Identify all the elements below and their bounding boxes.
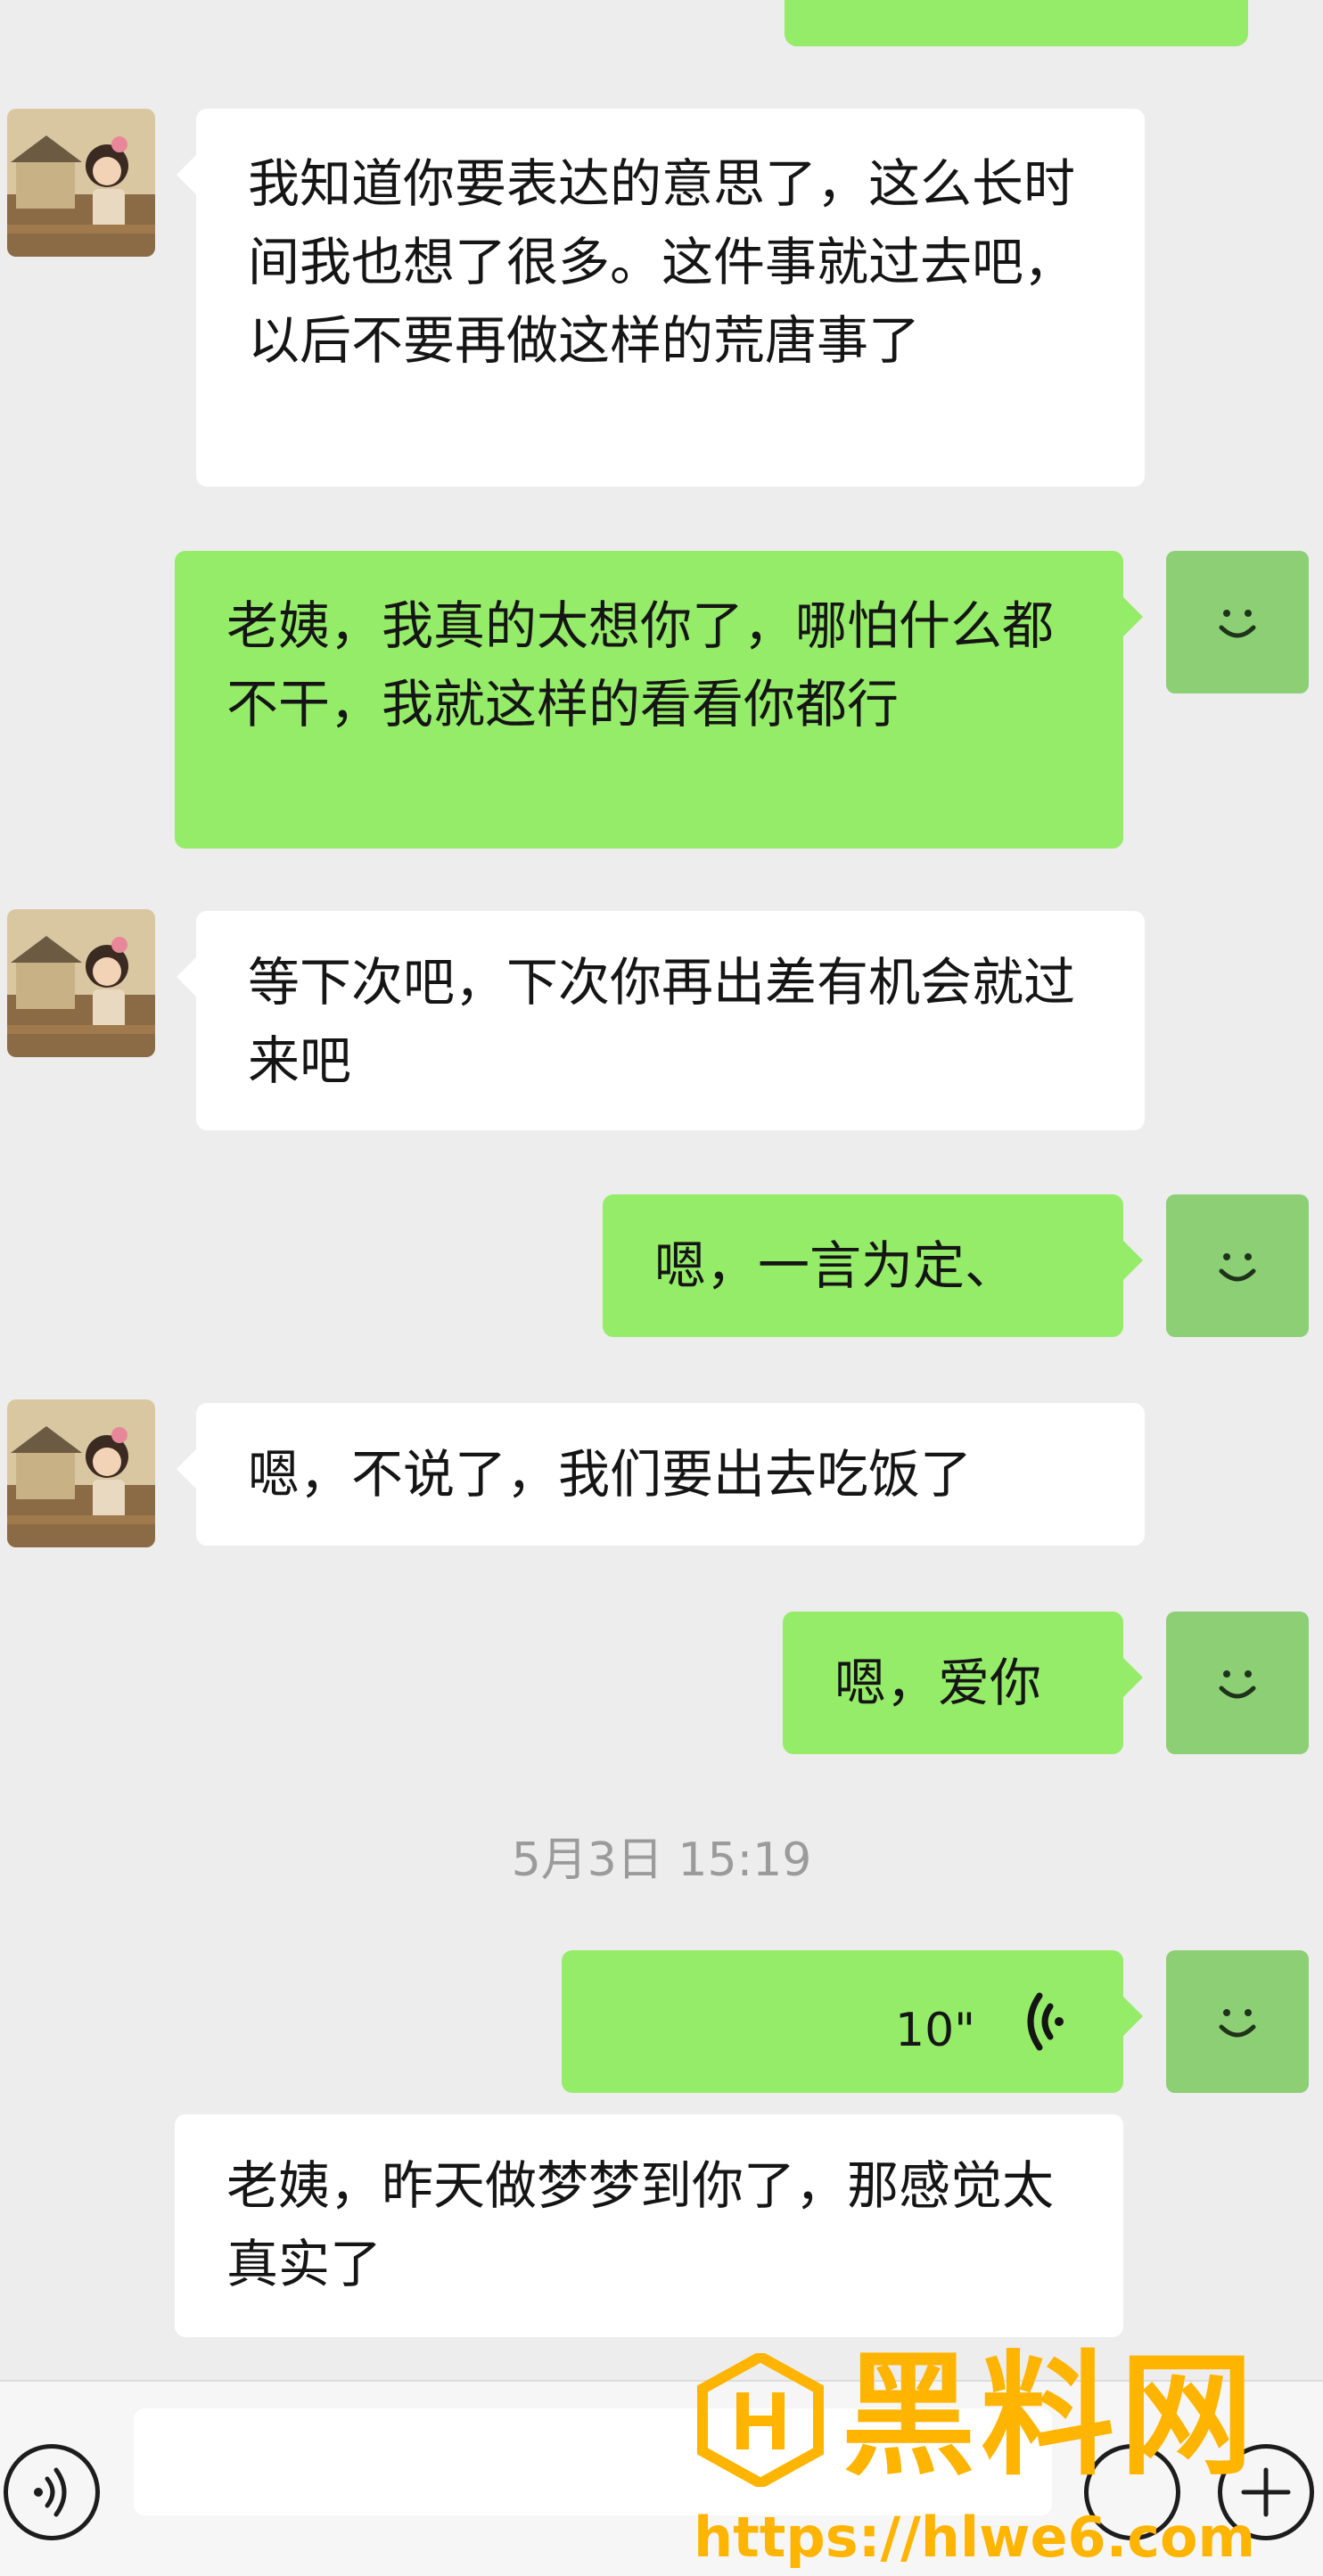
message-bubble-incoming[interactable]: 等下次吧，下次你再出差有机会就过来吧: [177, 911, 1145, 1130]
timestamp: 5月3日 15:19: [511, 1834, 812, 1887]
watermark: 黑料网 https://hlwe6.com: [694, 2341, 1309, 2574]
voice-duration: 10": [895, 2004, 976, 2057]
contact-avatar[interactable]: [7, 109, 155, 257]
message-bubble-outgoing[interactable]: 嗯，爱你: [783, 1612, 1143, 1754]
chat-area: 我知道你要表达的意思了，这么长时间我也想了很多。这件事就过去吧，以后不要再做这样…: [0, 0, 1323, 2380]
message-bubble-incoming[interactable]: 我知道你要表达的意思了，这么长时间我也想了很多。这件事就过去吧，以后不要再做这样…: [177, 109, 1145, 487]
message-text: 嗯，一言为定、: [654, 1235, 1017, 1296]
message-bubble[interactable]: 老姨，昨天做梦梦到你了，那感觉太真实了: [175, 2114, 1123, 2337]
message-bubble-outgoing[interactable]: 老姨，我真的太想你了，哪怕什么都不干，我就这样的看看你都行: [175, 551, 1143, 849]
message-text: 我知道你要表达的意思了，这么长时间我也想了很多。这件事就过去吧，以后不要再做这样…: [248, 153, 1076, 371]
message-text: 老姨，昨天做梦梦到你了，那感觉太真实了: [226, 2155, 1055, 2294]
message-text: 嗯，爱你: [834, 1653, 1042, 1713]
watermark-title: 黑料网: [842, 2339, 1260, 2494]
self-avatar[interactable]: [1166, 1950, 1309, 2093]
message-text: 老姨，我真的太想你了，哪怕什么都不干，我就这样的看看你都行: [226, 595, 1055, 734]
message-text: 等下次吧，下次你再出差有机会就过来吧: [248, 952, 1076, 1091]
previous-outgoing-bubble-fragment: [785, 0, 1248, 46]
voice-wave-icon: [1027, 1992, 1064, 2051]
message-bubble-incoming[interactable]: 嗯，不说了，我们要出去吃饭了: [177, 1403, 1145, 1546]
self-avatar[interactable]: [1166, 551, 1309, 693]
hl-logo-icon: [697, 2353, 824, 2487]
message-bubble-outgoing[interactable]: 嗯，一言为定、: [603, 1194, 1143, 1337]
message-text: 嗯，不说了，我们要出去吃饭了: [248, 1444, 973, 1505]
watermark-url: https://hlwe6.com: [694, 2505, 1256, 2570]
contact-avatar[interactable]: [7, 909, 155, 1057]
self-avatar[interactable]: [1166, 1194, 1309, 1337]
contact-avatar[interactable]: [7, 1399, 155, 1547]
self-avatar[interactable]: [1166, 1612, 1309, 1754]
voice-mode-icon[interactable]: [4, 2444, 100, 2540]
voice-message-bubble[interactable]: 10": [562, 1950, 1143, 2093]
